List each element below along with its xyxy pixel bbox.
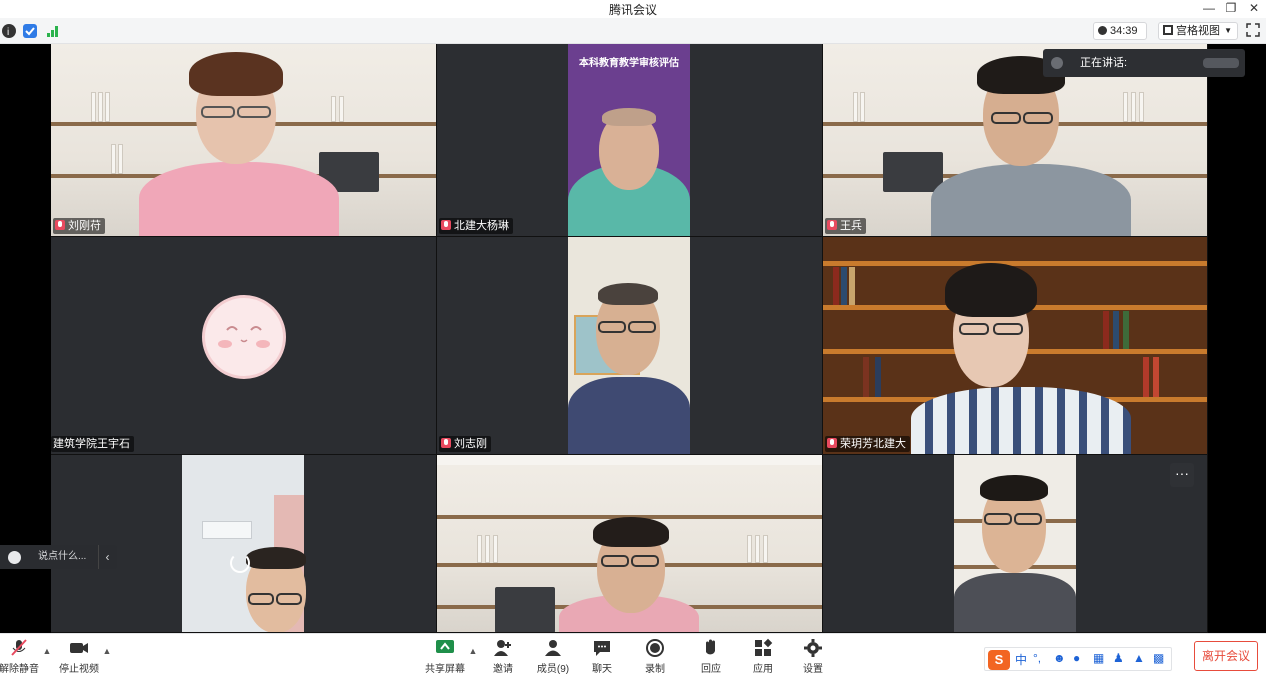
video-tile[interactable]: 刘志刚 <box>437 237 823 455</box>
tencent-meeting-window: 腾讯会议 — ❐ ✕ i 34:39 宫格视图 ▼ 刘刚苻 本科教育教学审核评估… <box>0 0 1266 678</box>
mic-muted-icon <box>441 220 451 230</box>
speaker-name-placeholder <box>1203 58 1239 68</box>
chevron-left-icon[interactable]: ‹ <box>98 545 116 569</box>
camera-icon <box>70 643 88 653</box>
window-title: 腾讯会议 <box>608 3 657 17</box>
participant-nameplate: 刘刚苻 <box>53 218 105 234</box>
punctuation-icon[interactable]: °, <box>1033 651 1041 665</box>
loading-spinner-icon <box>230 553 250 573</box>
record-button[interactable]: 录制 <box>630 637 680 677</box>
sogou-logo-icon[interactable]: S <box>988 650 1010 670</box>
participant-nameplate: 王兵 <box>825 218 866 234</box>
invite-button[interactable]: 邀请 <box>478 637 528 677</box>
unmute-button[interactable]: 解除静音 <box>0 637 44 677</box>
ime-toolbar: S 中 °, ☻ ● ▦ ♟ ▲ ▩ <box>984 647 1172 671</box>
chat-bubble-icon <box>594 641 610 656</box>
video-tile[interactable] <box>437 455 823 633</box>
members-button[interactable]: 成员(9) <box>528 637 578 677</box>
meeting-info-bar: i 34:39 宫格视图 ▼ <box>0 18 1266 44</box>
chevron-up-icon[interactable]: ▲ <box>102 646 112 656</box>
mic-off-icon <box>11 639 27 656</box>
meeting-toolbar: 解除静音 ▲ 停止视频 ▲ 共享屏幕 ▲ 邀请 成员(9) 聊天 录制 回应 应… <box>0 633 1266 678</box>
chat-input-box[interactable]: 说点什么... ‹ <box>0 545 117 569</box>
participant-nameplate: 荣玥芳北建大 <box>825 436 910 452</box>
mic-muted-icon <box>55 220 65 230</box>
speaking-label: 正在讲话: <box>1080 57 1128 69</box>
video-tile[interactable]: 本科教育教学审核评估 北建大杨琳 <box>437 44 823 237</box>
share-screen-button[interactable]: 共享屏幕 <box>420 637 470 677</box>
stop-video-button[interactable]: 停止视频 <box>54 637 104 677</box>
user-icon[interactable]: ♟ <box>1113 651 1124 665</box>
reaction-button[interactable]: 回应 <box>686 637 736 677</box>
mic-muted-icon <box>827 438 837 448</box>
settings-button[interactable]: 设置 <box>788 637 838 677</box>
chat-placeholder: 说点什么... <box>38 551 87 562</box>
apps-button[interactable]: 应用 <box>738 637 788 677</box>
ime-mode-toggle[interactable]: 中 <box>1015 651 1027 668</box>
svg-text:i: i <box>7 27 9 38</box>
video-tile[interactable] <box>823 455 1208 633</box>
participant-nameplate: 建筑学院王宇石 <box>51 436 134 452</box>
portrait-video <box>568 237 690 454</box>
video-grid: 刘刚苻 本科教育教学审核评估 北建大杨琳 王兵 建筑学院王宇石 刘志刚 荣玥芳北… <box>0 44 1266 633</box>
clock-icon <box>1098 26 1107 35</box>
emoji-icon[interactable] <box>8 551 21 564</box>
leave-meeting-button[interactable]: 离开会议 <box>1194 641 1258 671</box>
elapsed-timer[interactable]: 34:39 <box>1093 22 1147 40</box>
keyboard-icon[interactable]: ▦ <box>1093 651 1104 665</box>
gear-icon <box>804 639 822 657</box>
skin-icon[interactable]: ▲ <box>1133 651 1145 665</box>
video-tile[interactable] <box>51 455 437 633</box>
elapsed-time-text: 34:39 <box>1110 25 1138 37</box>
info-icon[interactable]: i <box>2 24 16 38</box>
avatar <box>202 295 286 379</box>
fullscreen-icon[interactable] <box>1246 23 1260 37</box>
apps-grid-icon <box>755 638 773 656</box>
portrait-video <box>954 455 1076 632</box>
share-screen-icon <box>436 640 454 653</box>
chevron-down-icon: ▼ <box>1224 26 1232 35</box>
restore-icon[interactable]: ❐ <box>1220 0 1242 18</box>
participant-nameplate: 刘志刚 <box>439 436 491 452</box>
participant-body <box>139 162 339 236</box>
chevron-up-icon[interactable]: ▲ <box>468 646 478 656</box>
speaking-indicator: 正在讲话: <box>1043 49 1245 77</box>
video-tile[interactable]: 荣玥芳北建大 <box>823 237 1208 455</box>
video-tile[interactable]: 建筑学院王宇石 <box>51 237 437 455</box>
event-banner-text: 本科教育教学审核评估 <box>579 58 679 69</box>
mic-muted-icon <box>827 220 837 230</box>
more-options-button[interactable]: ··· <box>1170 463 1194 487</box>
video-tile[interactable]: 刘刚苻 <box>51 44 437 237</box>
participant-nameplate: 北建大杨琳 <box>439 218 513 234</box>
grid-icon <box>1163 25 1173 35</box>
minimize-icon[interactable]: — <box>1198 0 1220 18</box>
users-icon <box>545 640 561 656</box>
chevron-up-icon[interactable]: ▲ <box>42 646 52 656</box>
record-icon <box>646 639 664 657</box>
add-user-icon <box>494 640 511 656</box>
shield-icon[interactable] <box>23 24 37 38</box>
microphone-icon <box>1051 57 1063 69</box>
signal-bars-icon[interactable] <box>46 24 60 38</box>
portrait-video: 本科教育教学审核评估 <box>568 44 690 236</box>
hand-icon <box>706 639 715 655</box>
chat-button[interactable]: 聊天 <box>577 637 627 677</box>
close-icon[interactable]: ✕ <box>1243 0 1265 18</box>
view-mode-label: 宫格视图 <box>1176 25 1220 37</box>
portrait-video <box>182 455 306 632</box>
title-bar: 腾讯会议 — ❐ ✕ <box>0 0 1266 18</box>
emoji-icon[interactable]: ☻ <box>1053 651 1066 665</box>
mic-muted-icon <box>441 438 451 448</box>
view-mode-select[interactable]: 宫格视图 ▼ <box>1158 22 1238 40</box>
toolbox-icon[interactable]: ▩ <box>1153 651 1164 665</box>
voice-input-icon[interactable]: ● <box>1073 651 1080 665</box>
